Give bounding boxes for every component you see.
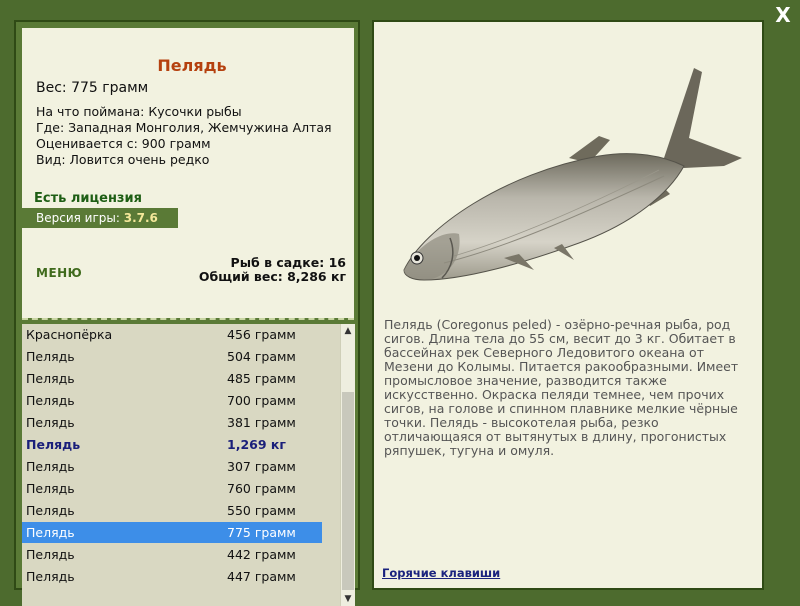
caught-on-text: На что поймана: Кусочки рыбы [36,104,242,119]
item-weight: 485 грамм [227,371,296,386]
item-name: Пелядь [26,569,75,584]
fish-title: Пелядь [157,56,227,75]
license-status: Есть лицензия [34,191,142,206]
cage-count: Рыб в садке: 16 [230,255,346,270]
scroll-thumb[interactable] [342,392,354,590]
item-name: Пелядь [26,525,75,540]
scroll-up-arrow-icon[interactable]: ▲ [341,324,355,338]
item-weight: 381 грамм [227,415,296,430]
item-name: Пелядь [26,481,75,496]
item-weight: 447 грамм [227,569,296,584]
list-item-record[interactable]: Пелядь 1,269 кг [22,434,322,455]
fish-image [403,68,742,281]
item-name: Пелядь [26,371,75,386]
divider [22,318,354,320]
list-item[interactable]: Пелядь 442 грамм [22,544,322,565]
close-button[interactable]: X [772,4,794,26]
item-name: Пелядь [26,437,81,452]
item-name: Краснопёрка [26,327,113,342]
item-name: Пелядь [26,547,75,562]
fish-description: Пелядь (Coregonus peled) - озёрно-речная… [384,317,739,458]
list-item[interactable]: Пелядь 550 грамм [22,500,322,521]
item-weight: 442 грамм [227,547,296,562]
item-weight: 307 грамм [227,459,296,474]
rarity-text: Вид: Ловится очень редко [36,152,210,167]
list-scrollbar[interactable]: ▲ ▼ [340,324,355,606]
version-value: 3.7.6 [123,211,158,225]
list-item[interactable]: Пелядь 760 грамм [22,478,322,499]
item-weight: 456 грамм [227,327,296,342]
list-item[interactable]: Пелядь 504 грамм [22,346,322,367]
list-item[interactable]: Пелядь 307 грамм [22,456,322,477]
list-item[interactable]: Пелядь 700 грамм [22,390,322,411]
fish-info-panel: Пелядь Вес: 775 грамм На что поймана: Ку… [14,20,360,606]
version-label: Версия игры: [36,211,120,225]
item-name: Пелядь [26,393,75,408]
item-weight: 550 грамм [227,503,296,518]
fish-details: На что поймана: Кусочки рыбы Где: Западн… [36,104,332,168]
item-weight: 1,269 кг [227,437,286,452]
item-name: Пелядь [26,349,75,364]
hotkeys-link[interactable]: Горячие клавиши [382,566,500,580]
location-text: Где: Западная Монголия, Жемчужина Алтая [36,120,332,135]
catch-list: Краснопёрка 456 грамм Пелядь 504 грамм П… [22,324,355,606]
cage-summary: Рыб в садке: 16 Общий вес: 8,286 кг [199,256,346,284]
scroll-down-arrow-icon[interactable]: ▼ [341,592,355,606]
list-item[interactable]: Пелядь 485 грамм [22,368,322,389]
list-item-selected[interactable]: Пелядь 775 грамм [22,522,322,543]
list-item[interactable]: Пелядь 447 грамм [22,566,322,587]
fish-description-panel: Пелядь (Coregonus peled) - озёрно-речная… [372,20,764,590]
cage-total-weight: Общий вес: 8,286 кг [198,269,346,284]
fish-info-card: Пелядь Вес: 775 грамм На что поймана: Ку… [22,28,354,318]
item-weight: 760 грамм [227,481,296,496]
version-bar: Версия игры: 3.7.6 [22,208,178,228]
item-weight: 775 грамм [227,525,296,540]
menu-button[interactable]: МЕНЮ [36,266,82,280]
item-name: Пелядь [26,415,75,430]
item-name: Пелядь [26,459,75,474]
item-name: Пелядь [26,503,75,518]
list-item[interactable]: Пелядь 381 грамм [22,412,322,433]
item-weight: 700 грамм [227,393,296,408]
price-text: Оценивается с: 900 грамм [36,136,211,151]
fish-weight: Вес: 775 грамм [36,80,149,96]
item-weight: 504 грамм [227,349,296,364]
list-item[interactable]: Краснопёрка 456 грамм [22,324,322,345]
